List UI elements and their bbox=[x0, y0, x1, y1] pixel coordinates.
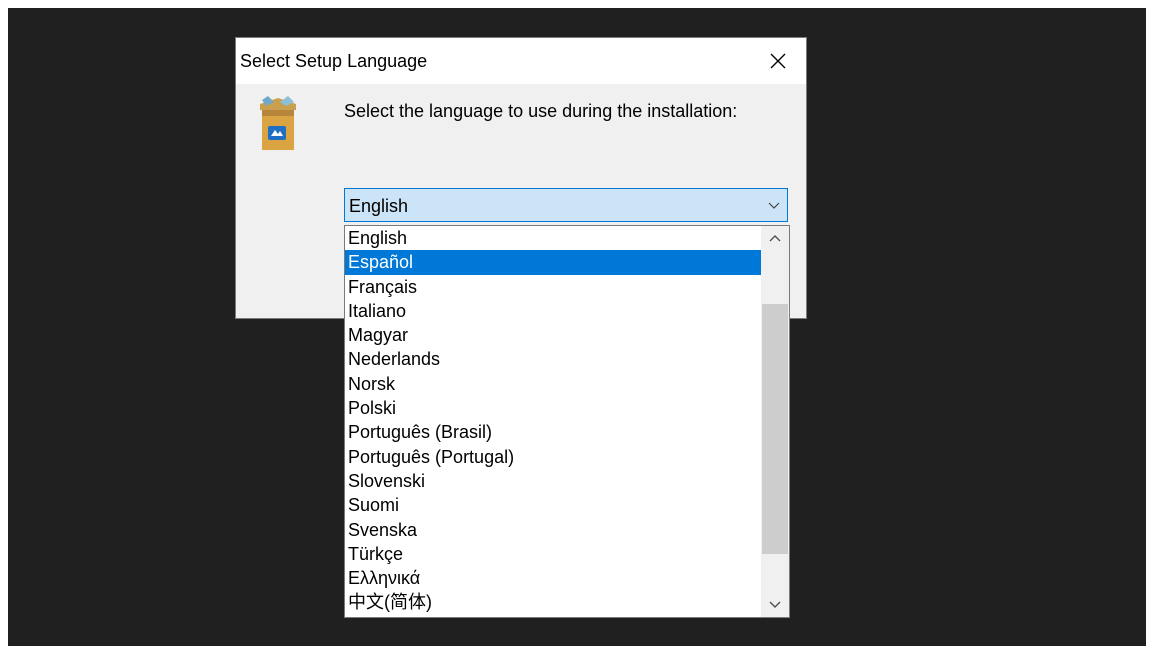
language-option[interactable]: Polski bbox=[345, 396, 761, 420]
setup-box-icon bbox=[254, 96, 302, 156]
language-option[interactable]: Português (Portugal) bbox=[345, 445, 761, 469]
language-option[interactable]: Türkçe bbox=[345, 542, 761, 566]
close-icon bbox=[770, 53, 786, 69]
language-option[interactable]: Magyar bbox=[345, 323, 761, 347]
chevron-down-icon bbox=[768, 202, 780, 209]
scroll-up-button[interactable] bbox=[761, 226, 789, 252]
chevron-down-icon bbox=[769, 601, 781, 608]
language-select[interactable]: English bbox=[344, 188, 788, 222]
language-option[interactable]: Nederlands bbox=[345, 347, 761, 371]
language-option[interactable]: Português (Brasil) bbox=[345, 420, 761, 444]
dialog-titlebar: Select Setup Language bbox=[236, 38, 806, 84]
chevron-up-icon bbox=[769, 235, 781, 242]
language-options: English Español Français Italiano Magyar… bbox=[345, 226, 761, 615]
language-prompt: Select the language to use during the in… bbox=[344, 101, 738, 121]
language-option[interactable]: Ελληνικά bbox=[345, 566, 761, 590]
close-button[interactable] bbox=[750, 38, 806, 84]
language-option[interactable]: English bbox=[345, 226, 761, 250]
language-option[interactable]: 中文(简体) bbox=[345, 590, 761, 614]
language-option[interactable]: Svenska bbox=[345, 518, 761, 542]
language-dropdown-list[interactable]: English Español Français Italiano Magyar… bbox=[344, 225, 790, 618]
scroll-down-button[interactable] bbox=[761, 591, 789, 617]
language-option[interactable]: Italiano bbox=[345, 299, 761, 323]
dropdown-scrollbar[interactable] bbox=[761, 226, 789, 617]
language-option[interactable]: Slovenski bbox=[345, 469, 761, 493]
language-option[interactable]: Norsk bbox=[345, 372, 761, 396]
language-option-highlighted[interactable]: Español bbox=[345, 250, 761, 275]
language-option[interactable]: Suomi bbox=[345, 493, 761, 517]
scrollbar-thumb[interactable] bbox=[762, 304, 788, 554]
language-select-value: English bbox=[349, 196, 409, 216]
dialog-title: Select Setup Language bbox=[240, 51, 428, 71]
language-option[interactable]: Français bbox=[345, 275, 761, 299]
